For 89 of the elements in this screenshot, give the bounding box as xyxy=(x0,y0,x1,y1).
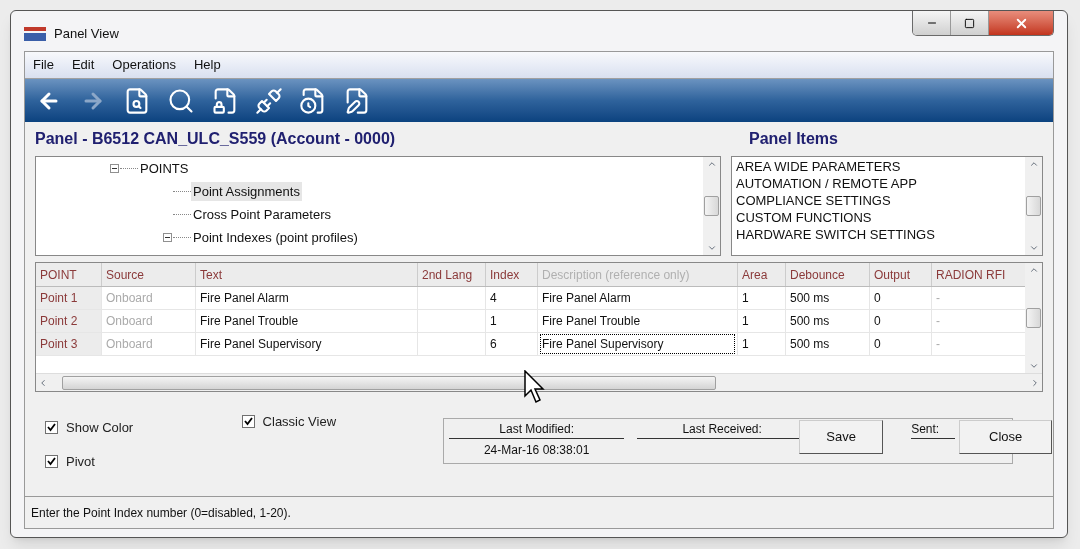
grid-scrollbar[interactable] xyxy=(1025,263,1042,373)
scroll-left-icon[interactable] xyxy=(38,377,48,388)
scroll-thumb[interactable] xyxy=(1026,308,1041,328)
tree-item[interactable]: Point Indexes (point profiles) xyxy=(191,227,360,248)
save-button[interactable]: Save xyxy=(799,420,884,454)
checkbox[interactable] xyxy=(45,421,58,435)
sent-label: Sent: xyxy=(911,420,956,439)
table-cell-text: Fire Panel Alarm xyxy=(199,290,290,307)
scroll-up-icon[interactable] xyxy=(706,159,717,169)
column-header[interactable]: POINT xyxy=(36,263,102,286)
menu-item[interactable]: Edit xyxy=(71,55,95,75)
table-cell-text: 1 xyxy=(741,290,750,307)
checkbox-label: Show Color xyxy=(66,419,134,437)
check-icon xyxy=(243,417,253,427)
list-item[interactable]: HARDWARE SWITCH SETTINGS xyxy=(736,226,1025,243)
checkbox[interactable] xyxy=(45,454,58,468)
tree-item[interactable]: Cross Point Parameters xyxy=(191,204,333,225)
checkbox[interactable] xyxy=(241,415,255,429)
column-header[interactable]: Source xyxy=(102,263,196,286)
list-item[interactable]: COMPLIANCE SETTINGS xyxy=(736,192,1025,209)
plug-icon xyxy=(255,86,283,115)
table-cell-text: 0 xyxy=(873,336,882,353)
table-cell-text: 4 xyxy=(489,290,498,307)
app-logo-icon xyxy=(24,26,46,41)
table-cell-text: Fire Panel Trouble xyxy=(199,313,300,330)
minus-icon xyxy=(165,235,170,240)
table-cell-text: Fire Panel Supervisory xyxy=(199,336,323,353)
tree-scrollbar[interactable] xyxy=(703,157,720,255)
list-item[interactable]: AREA WIDE PARAMETERS xyxy=(736,158,1025,175)
checkbox-label: Classic View xyxy=(262,413,337,431)
table-cell-text: 1 xyxy=(489,313,498,330)
table-cell-text: 500 ms xyxy=(789,313,831,330)
column-header[interactable]: Text xyxy=(196,263,418,286)
table-cell-text: Onboard xyxy=(105,290,154,307)
table-cell-text: Fire Panel Trouble xyxy=(541,313,642,330)
scroll-thumb[interactable] xyxy=(62,375,716,390)
scroll-right-icon[interactable] xyxy=(1030,377,1040,388)
table-cell-text: - xyxy=(935,313,941,330)
scroll-down-icon[interactable] xyxy=(706,243,717,253)
collapse-toggle[interactable] xyxy=(110,164,119,173)
list-item[interactable]: CUSTOM FUNCTIONS xyxy=(736,209,1025,226)
menu-item[interactable]: Operations xyxy=(112,55,176,75)
search-icon xyxy=(167,86,195,115)
maximize-button[interactable] xyxy=(951,11,989,35)
table-cell-text: 0 xyxy=(873,313,882,330)
panel-title: Panel - B6512 CAN_ULC_S559 (Account - 0000) xyxy=(34,129,397,149)
column-header[interactable]: 2nd Lang xyxy=(418,263,486,286)
last-modified-value: 24-Mar-16 08:38:01 xyxy=(483,442,590,459)
column-header[interactable]: Debounce xyxy=(786,263,870,286)
collapse-toggle[interactable] xyxy=(163,233,172,242)
scroll-up-icon[interactable] xyxy=(1028,159,1039,169)
table-cell-text: - xyxy=(935,290,941,307)
close-window-button[interactable] xyxy=(989,11,1053,35)
last-modified-label: Last Modified: xyxy=(449,420,625,439)
check-icon xyxy=(47,456,56,466)
minus-icon xyxy=(112,166,117,171)
table-cell-text: 500 ms xyxy=(789,290,831,307)
horizontal-scrollbar[interactable] xyxy=(36,373,1042,391)
table-cell-text: 1 xyxy=(741,336,750,353)
tree-item[interactable]: Point Assignments xyxy=(191,181,302,202)
table-cell-text: - xyxy=(935,336,941,353)
list-scrollbar[interactable] xyxy=(1025,157,1042,255)
check-icon xyxy=(47,423,56,433)
column-header[interactable]: Output xyxy=(870,263,932,286)
table-cell-text: Onboard xyxy=(105,313,154,330)
scroll-thumb[interactable] xyxy=(704,196,719,216)
window-title: Panel View xyxy=(54,25,119,43)
close-button[interactable]: Close xyxy=(959,420,1053,454)
menu-item[interactable]: File xyxy=(33,55,54,75)
column-header[interactable]: Area xyxy=(738,263,786,286)
scroll-down-icon[interactable] xyxy=(1028,243,1039,253)
table-cell-text: 6 xyxy=(489,336,498,353)
scroll-up-icon[interactable] xyxy=(1028,265,1039,275)
checkbox-label: Pivot xyxy=(66,452,95,471)
maximize-icon xyxy=(964,17,975,29)
status-text: Enter the Point Index number (0=disabled, 1-20). xyxy=(31,504,291,522)
table-cell-text: 1 xyxy=(741,313,750,330)
table-cell-text: Onboard xyxy=(105,336,154,353)
scroll-down-icon[interactable] xyxy=(1028,361,1039,371)
table-cell: Fire Panel Supervisory xyxy=(541,335,734,353)
table-cell-text: 0 xyxy=(873,290,882,307)
table-cell-text: Fire Panel Alarm xyxy=(541,290,632,307)
column-header[interactable]: Index xyxy=(486,263,538,286)
list-item[interactable]: AUTOMATION / REMOTE APP xyxy=(736,175,1025,192)
panel-items-title: Panel Items xyxy=(748,129,838,149)
scroll-thumb[interactable] xyxy=(1026,196,1041,216)
tree-item[interactable]: POINTS xyxy=(138,158,191,179)
menu-item[interactable]: Help xyxy=(193,55,221,75)
table-cell-text: 500 ms xyxy=(789,336,831,353)
